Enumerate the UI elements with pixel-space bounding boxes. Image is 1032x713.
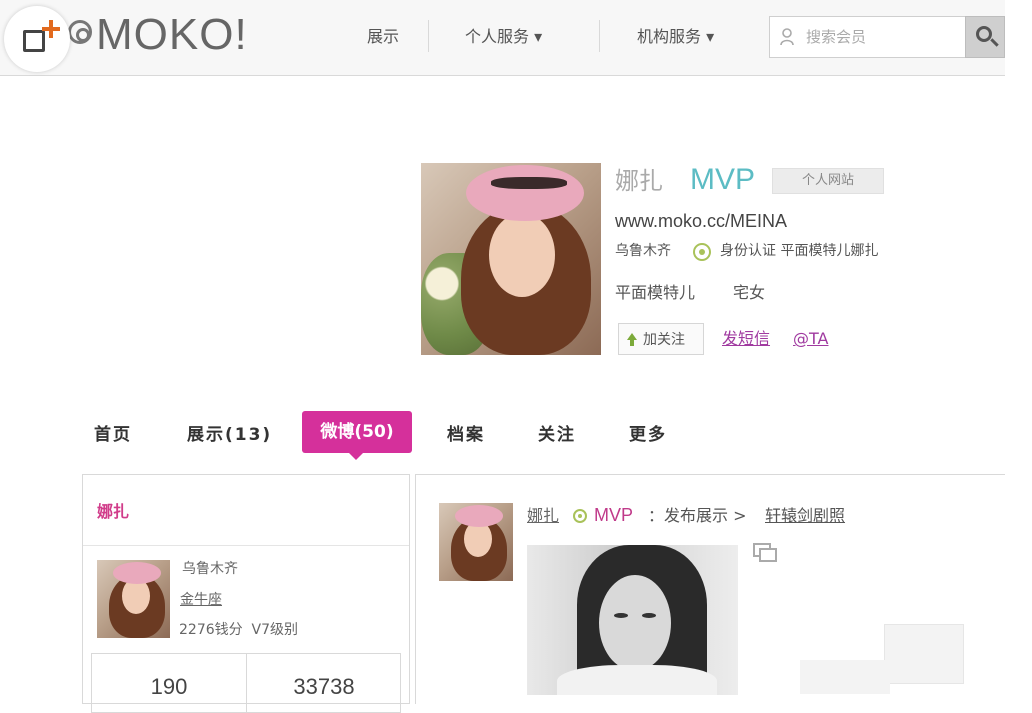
active-tab-pointer <box>349 453 363 460</box>
nav-showcase[interactable]: 展示 <box>367 26 399 48</box>
send-message-link[interactable]: 发短信 <box>722 328 770 350</box>
panel-title: 娜扎 <box>97 502 130 521</box>
verification-text: 身份认证 平面模特儿娜扎 <box>720 243 879 259</box>
search-input[interactable] <box>804 25 954 49</box>
tab-profile[interactable]: 档案 <box>447 423 485 447</box>
stats-grid: 190 33738 <box>91 653 401 713</box>
mention-link[interactable]: @TA <box>793 328 828 350</box>
tab-home[interactable]: 首页 <box>94 423 132 447</box>
panel-divider <box>83 545 409 546</box>
feed-photo[interactable] <box>527 545 738 695</box>
profile-name: 娜扎 <box>615 167 663 195</box>
tab-more[interactable]: 更多 <box>629 423 667 447</box>
stat-followers-count[interactable]: 33738 <box>247 674 401 700</box>
blurred-overlay <box>884 624 964 684</box>
tab-weibo-active[interactable]: 微博(50) <box>302 411 412 453</box>
feed-action-text: ：发布展示 > <box>648 506 747 525</box>
feed-album-link[interactable]: 轩辕剑剧照 <box>765 505 845 527</box>
points-value: 2276钱分 <box>179 622 243 638</box>
follow-button[interactable]: 加关注 <box>618 323 704 355</box>
nav-personal-services[interactable]: 个人服务 ▾ <box>465 26 542 48</box>
stat-following-count[interactable]: 190 <box>92 674 246 700</box>
feed-mvp-badge: MVP <box>594 505 634 525</box>
moko-logo-icon[interactable] <box>68 20 92 44</box>
follow-button-label: 加关注 <box>643 332 685 348</box>
feed-avatar[interactable] <box>439 503 513 581</box>
profile-url[interactable]: www.moko.cc/MEINA <box>615 209 787 233</box>
sidebar-zodiac[interactable]: 金牛座 <box>180 590 222 610</box>
profile-city: 乌鲁木齐 <box>615 243 671 259</box>
profile-tag: 宅女 <box>733 283 766 302</box>
blurred-overlay <box>800 660 890 694</box>
sidebar-city: 乌鲁木齐 <box>182 561 238 577</box>
profile-tag: 平面模特儿 <box>615 283 696 302</box>
user-search-icon <box>780 28 794 46</box>
sidebar-avatar[interactable] <box>97 560 170 638</box>
site-logo[interactable]: MOKO! <box>96 10 248 60</box>
verified-icon <box>693 243 711 261</box>
tab-following[interactable]: 关注 <box>538 423 576 447</box>
gallery-icon[interactable] <box>753 543 779 563</box>
top-navigation-bar: MOKO! 展示 个人服务 ▾ 机构服务 ▾ <box>0 0 1005 76</box>
personal-site-button[interactable]: 个人网站 <box>772 168 884 194</box>
feed-author-name[interactable]: 娜扎 <box>527 505 559 527</box>
plus-icon <box>40 18 62 40</box>
add-bookmark-button[interactable] <box>4 6 70 72</box>
level-value: V7级别 <box>251 622 299 638</box>
profile-avatar[interactable] <box>421 163 601 355</box>
nav-divider <box>599 20 600 52</box>
sidebar-points: 2276钱分 V7级别 <box>179 620 298 640</box>
verified-icon <box>573 509 587 523</box>
tab-showcase[interactable]: 展示(13) <box>187 423 272 447</box>
user-info-panel: 娜扎 乌鲁木齐 金牛座 2276钱分 V7级别 190 33738 <box>82 474 410 713</box>
search-button[interactable] <box>965 16 1005 58</box>
nav-divider <box>428 20 429 52</box>
member-search-box[interactable] <box>769 16 966 58</box>
nav-agency-services[interactable]: 机构服务 ▾ <box>637 26 714 48</box>
mvp-badge: MVP <box>690 163 756 196</box>
